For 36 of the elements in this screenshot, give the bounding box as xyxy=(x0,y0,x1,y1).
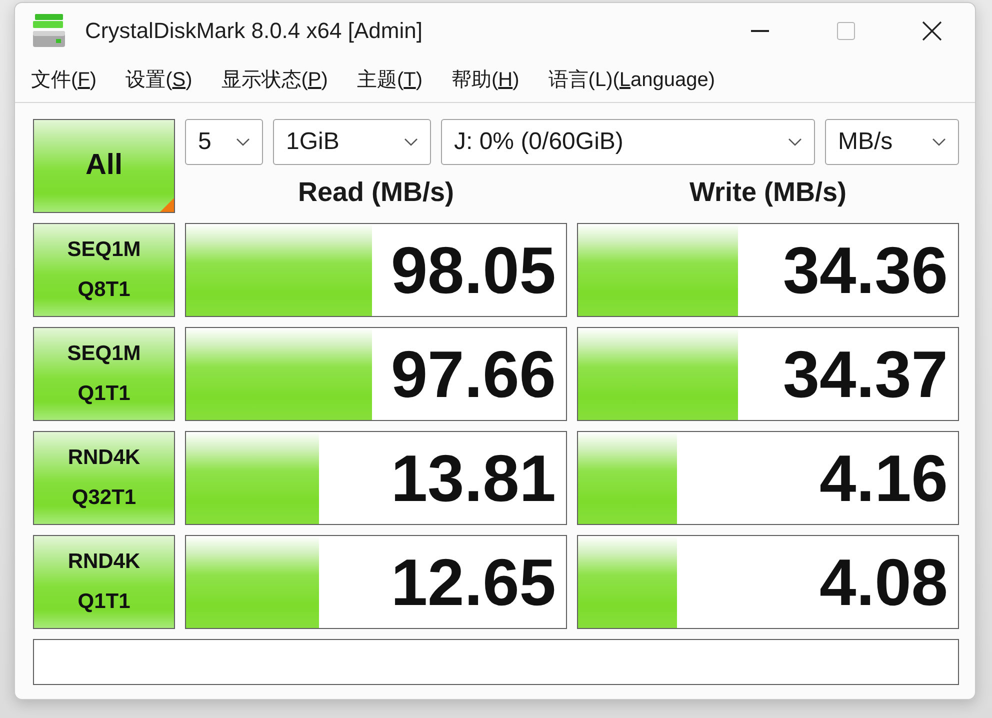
minimize-icon xyxy=(751,30,769,32)
comment-field[interactable] xyxy=(33,639,959,685)
read-speed-value: 12.65 xyxy=(390,544,556,621)
caret-icon xyxy=(236,138,250,146)
unit-dropdown[interactable]: MB/s xyxy=(825,119,959,165)
caret-icon xyxy=(932,138,946,146)
maximize-icon xyxy=(837,22,855,40)
menu-item[interactable]: 语言(L)(Language) xyxy=(548,65,716,95)
read-speed-value: 97.66 xyxy=(390,336,556,413)
drive-icon xyxy=(31,12,67,48)
read-speed-value: 98.05 xyxy=(390,232,556,309)
write-speed-value: 4.08 xyxy=(820,544,948,621)
test-button[interactable]: SEQ1M Q1T1 xyxy=(33,327,175,421)
menu-item[interactable]: 帮助(H) xyxy=(452,65,520,95)
caret-icon xyxy=(788,138,802,146)
menu-item[interactable]: 主题(T) xyxy=(356,65,422,95)
read-column-header: Read (MB/s) xyxy=(296,176,455,209)
window-title: CrystalDiskMark 8.0.4 x64 [Admin] xyxy=(85,17,422,45)
menu-item[interactable]: 显示状态(P) xyxy=(221,65,328,95)
write-column-header: Write (MB/s) xyxy=(688,176,848,209)
all-button[interactable]: All xyxy=(33,119,175,213)
write-speed-value: 34.37 xyxy=(782,336,948,413)
menu-item[interactable]: 设置(S) xyxy=(126,65,192,95)
count-dropdown[interactable]: 5 xyxy=(185,119,263,165)
write-speed-value: 34.36 xyxy=(782,232,948,309)
menu-item[interactable]: 文件(F) xyxy=(31,65,97,95)
write-speed-value: 4.16 xyxy=(820,440,948,517)
corner-triangle-icon xyxy=(160,198,174,212)
test-button[interactable]: RND4K Q1T1 xyxy=(33,535,175,629)
read-speed-value: 13.81 xyxy=(390,440,556,517)
test-button[interactable]: SEQ1M Q8T1 xyxy=(33,223,175,317)
caret-icon xyxy=(404,138,418,146)
close-icon xyxy=(922,20,942,40)
test-button[interactable]: RND4K Q32T1 xyxy=(33,431,175,525)
size-dropdown[interactable]: 1GiB xyxy=(273,119,431,165)
drive-dropdown[interactable]: J: 0% (0/60GiB) xyxy=(441,119,815,165)
